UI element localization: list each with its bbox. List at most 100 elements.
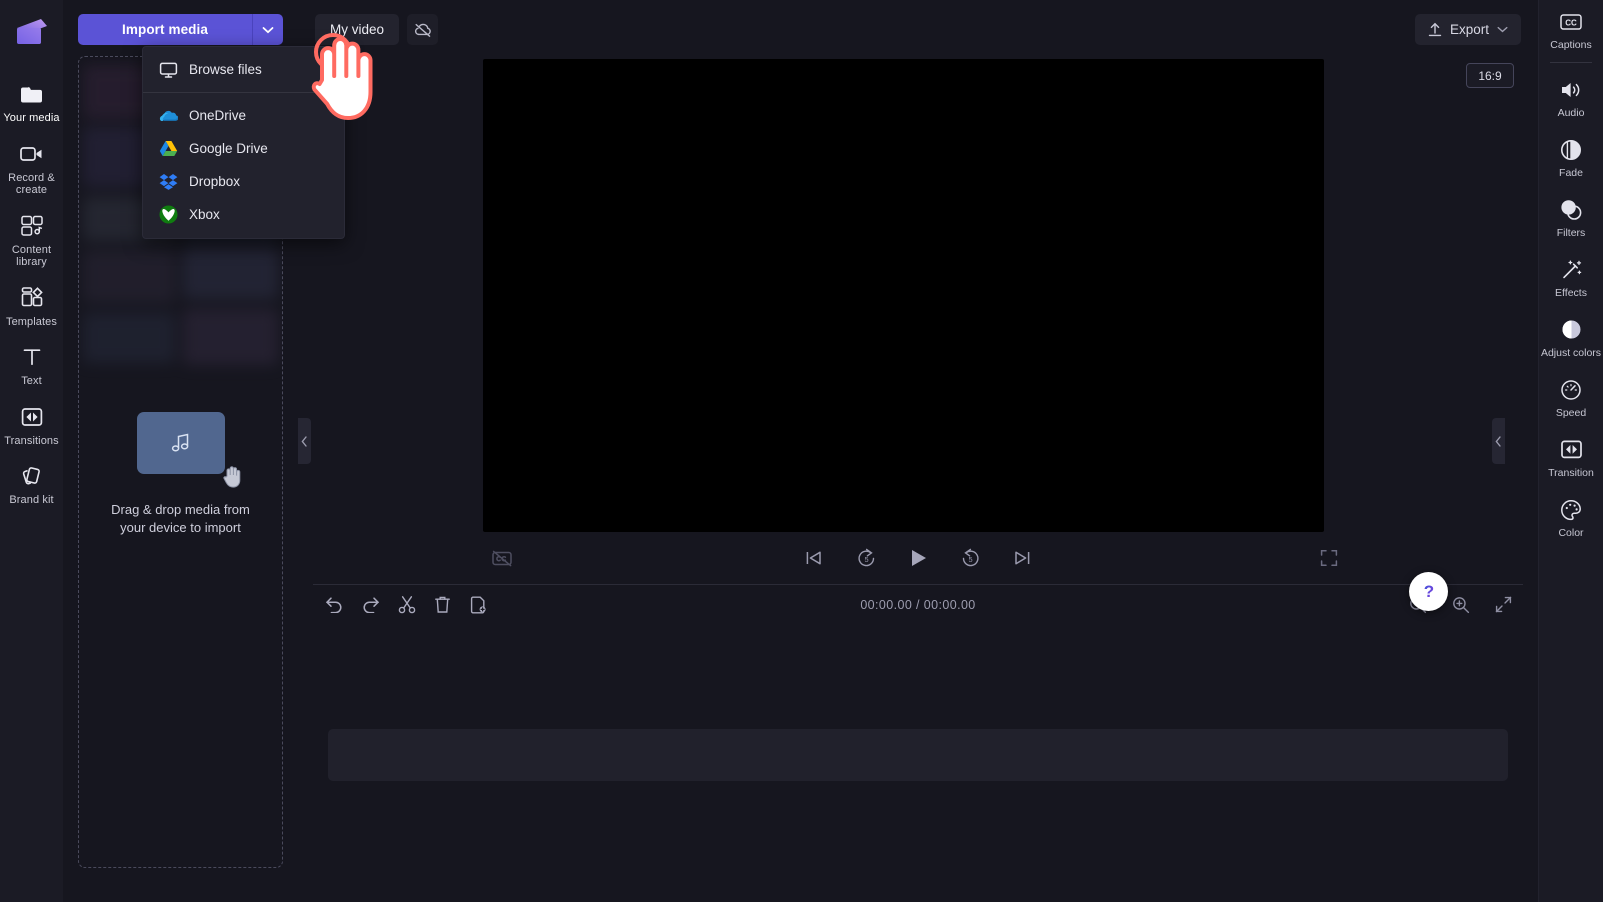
- redo-icon: [361, 596, 380, 613]
- import-media-button[interactable]: Import media: [78, 14, 252, 45]
- rail-item-speed[interactable]: Speed: [1539, 367, 1603, 427]
- sidebar-item-templates[interactable]: Templates: [0, 276, 63, 336]
- google-drive-icon: [159, 139, 178, 158]
- brand-kit-icon: [20, 463, 44, 489]
- sidebar-item-label: Record & create: [2, 172, 61, 197]
- scissors-icon: [398, 595, 416, 614]
- collapse-right-panel-button[interactable]: [1492, 418, 1505, 464]
- cc-icon: CC: [1559, 9, 1583, 34]
- sidebar-item-transitions[interactable]: Transitions: [0, 395, 63, 455]
- help-button[interactable]: ?: [1409, 572, 1448, 611]
- menu-item-google-drive[interactable]: Google Drive: [143, 132, 344, 165]
- skip-to-end-icon: [1012, 549, 1032, 567]
- video-preview-stage[interactable]: [483, 59, 1324, 532]
- templates-icon: [20, 285, 44, 311]
- sidebar-item-label: Content library: [2, 244, 61, 269]
- chevron-left-icon: [1495, 436, 1502, 447]
- menu-item-onedrive[interactable]: OneDrive: [143, 99, 344, 132]
- rail-item-color[interactable]: Color: [1539, 487, 1603, 547]
- rail-item-label: Speed: [1556, 407, 1586, 419]
- rail-item-audio[interactable]: Audio: [1539, 67, 1603, 127]
- onedrive-icon: [159, 106, 178, 125]
- play-icon: [907, 547, 929, 569]
- svg-text:CC: CC: [1565, 18, 1577, 27]
- project-title-input[interactable]: My video: [315, 14, 399, 45]
- rail-item-filters[interactable]: Filters: [1539, 187, 1603, 247]
- preview-area: 16:9: [298, 59, 1538, 583]
- sidebar-item-label: Transitions: [4, 435, 59, 448]
- rail-item-label: Captions: [1550, 39, 1591, 51]
- split-button[interactable]: [393, 591, 420, 618]
- editor-main-area: My video Export: [298, 0, 1538, 902]
- rail-item-transition[interactable]: Transition: [1539, 427, 1603, 487]
- menu-divider: [143, 92, 344, 93]
- rail-item-label: Audio: [1558, 107, 1585, 119]
- xbox-icon: [159, 205, 178, 224]
- menu-item-xbox[interactable]: Xbox: [143, 198, 344, 231]
- cloud-sync-status-button[interactable]: [407, 14, 438, 45]
- rail-item-fade[interactable]: Fade: [1539, 127, 1603, 187]
- menu-item-label: Browse files: [189, 62, 262, 77]
- fullscreen-button[interactable]: [1316, 545, 1342, 571]
- sidebar-item-label: Templates: [6, 316, 57, 329]
- delete-button[interactable]: [429, 591, 456, 618]
- properties-rail: CC Captions Audio: [1538, 0, 1603, 902]
- left-navigation-rail: Your media Record & create: [0, 0, 63, 902]
- transitions-icon: [1560, 437, 1583, 462]
- rail-item-label: Adjust colors: [1541, 347, 1601, 359]
- monitor-icon: [159, 60, 178, 79]
- rail-item-label: Effects: [1555, 287, 1587, 299]
- timeline-toolbar: 00:00.00 / 00:00.00: [313, 584, 1523, 624]
- player-controls-bar: 5 5: [298, 532, 1538, 583]
- forward-5-seconds-icon: 5: [960, 548, 981, 568]
- duplicate-button[interactable]: [465, 591, 492, 618]
- sidebar-item-record-create[interactable]: Record & create: [0, 132, 63, 204]
- rail-item-captions[interactable]: CC Captions: [1539, 0, 1603, 59]
- menu-item-browse-files[interactable]: Browse files: [143, 53, 344, 86]
- export-button[interactable]: Export: [1415, 14, 1521, 45]
- sidebar-item-content-library[interactable]: Content library: [0, 204, 63, 276]
- rewind-5-seconds-button[interactable]: 5: [853, 545, 879, 571]
- rail-item-effects[interactable]: Effects: [1539, 247, 1603, 307]
- chevron-down-icon: [262, 26, 274, 34]
- skip-to-end-button[interactable]: [1009, 545, 1035, 571]
- svg-text:5: 5: [968, 555, 972, 564]
- import-media-dropdown-toggle[interactable]: [252, 14, 283, 45]
- redo-button[interactable]: [357, 591, 384, 618]
- upload-arrow-icon: [1428, 22, 1442, 37]
- zoom-in-icon: [1452, 596, 1470, 614]
- library-icon: [20, 213, 44, 239]
- aspect-ratio-button[interactable]: 16:9: [1466, 63, 1514, 88]
- sidebar-item-text[interactable]: Text: [0, 335, 63, 395]
- undo-button[interactable]: [321, 591, 348, 618]
- sidebar-item-label: Your media: [3, 112, 59, 125]
- undo-icon: [325, 596, 344, 613]
- import-media-control: Import media: [78, 14, 283, 45]
- svg-text:?: ?: [1423, 582, 1433, 601]
- folder-icon: [19, 81, 44, 107]
- rail-item-adjust-colors[interactable]: Adjust colors: [1539, 307, 1603, 367]
- grab-hand-icon: [221, 462, 247, 490]
- cloud-off-icon: [413, 22, 433, 38]
- top-bar: My video Export: [298, 0, 1538, 59]
- clipchamp-editor: Your media Record & create: [0, 0, 1603, 902]
- zoom-in-button[interactable]: [1447, 591, 1474, 618]
- timeline-time-display: 00:00.00 / 00:00.00: [313, 598, 1523, 612]
- menu-item-label: OneDrive: [189, 108, 246, 123]
- skip-to-start-icon: [804, 549, 824, 567]
- skip-to-start-button[interactable]: [801, 545, 827, 571]
- sidebar-item-your-media[interactable]: Your media: [0, 72, 63, 132]
- collapse-left-panel-button[interactable]: [298, 418, 311, 464]
- fade-icon: [1560, 137, 1582, 162]
- dropzone-message-block: Drag & drop media from your device to im…: [79, 412, 282, 537]
- play-button[interactable]: [905, 545, 931, 571]
- fit-to-screen-button[interactable]: [1490, 591, 1517, 618]
- sidebar-item-label: Brand kit: [9, 494, 53, 507]
- forward-5-seconds-button[interactable]: 5: [957, 545, 983, 571]
- sidebar-item-brand-kit[interactable]: Brand kit: [0, 454, 63, 514]
- timeline-body[interactable]: [313, 624, 1523, 902]
- menu-item-dropbox[interactable]: Dropbox: [143, 165, 344, 198]
- clipchamp-logo[interactable]: [0, 0, 63, 63]
- rail-item-label: Filters: [1557, 227, 1586, 239]
- timeline-track[interactable]: [328, 729, 1508, 781]
